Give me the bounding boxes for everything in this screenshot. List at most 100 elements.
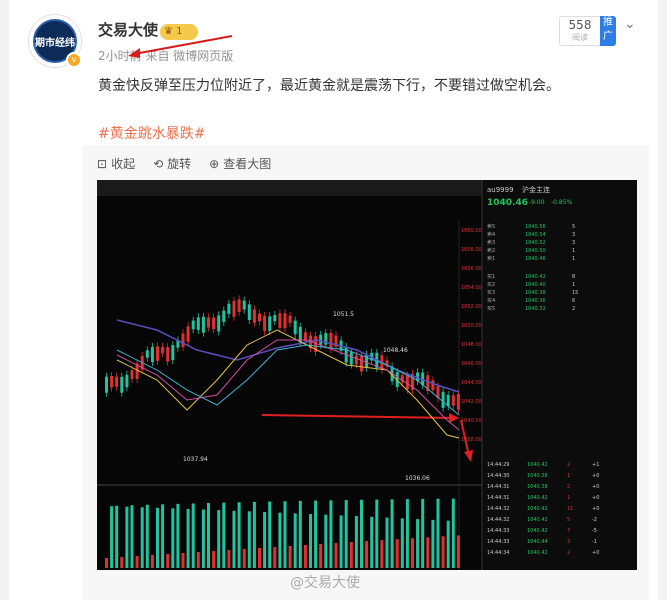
volume-bar xyxy=(314,500,318,568)
volume-bar xyxy=(400,518,404,568)
volume-bar xyxy=(405,499,409,568)
hashtag-link[interactable]: #黄金跳水暴跌# xyxy=(98,123,205,143)
axis-price-label: 1060.00 xyxy=(461,228,482,234)
volume-bar xyxy=(426,537,430,568)
bid-volume: 8 xyxy=(572,274,575,280)
tick-price: 1040.42 xyxy=(527,462,548,468)
bid-price: 1040.32 xyxy=(525,306,546,312)
candle-body xyxy=(196,317,200,330)
axis-price-label: 1058.00 xyxy=(461,247,482,253)
volume-bar xyxy=(436,498,440,568)
volume-bar xyxy=(227,549,231,568)
rotate-button[interactable]: ⟲ 旋转 xyxy=(153,155,191,172)
candle-body xyxy=(166,347,170,362)
volume-bar xyxy=(309,514,312,568)
tick-price: 1040.42 xyxy=(527,550,548,556)
watermark: @交易大使 xyxy=(290,575,360,591)
volume-bar xyxy=(298,500,302,568)
bid-volume: 6 xyxy=(572,298,575,304)
volume-bar xyxy=(125,506,129,568)
candle-body xyxy=(283,313,287,329)
candle-body xyxy=(319,334,323,345)
candle-body xyxy=(232,300,236,317)
candle-body xyxy=(171,345,175,361)
tick-oi-change: +1 xyxy=(592,462,599,468)
volume-bar xyxy=(324,514,328,568)
volume-bar xyxy=(349,542,353,568)
ask-volume: 1 xyxy=(572,256,575,262)
candle-body xyxy=(150,347,154,363)
candle-body xyxy=(258,313,261,322)
candle-body xyxy=(456,393,460,410)
bid-label: 买1 xyxy=(487,273,495,280)
tick-volume: 7 xyxy=(567,528,570,534)
collapse-button[interactable]: ⊡ 收起 xyxy=(97,155,135,172)
price-pct: -0.85% xyxy=(551,199,573,206)
rotate-label: 旋转 xyxy=(167,157,192,171)
volume-bar xyxy=(258,547,261,568)
candle-body xyxy=(120,376,124,393)
promote-button[interactable]: 推广 xyxy=(600,16,616,46)
volume-bar xyxy=(161,504,165,568)
tick-price: 1040.42 xyxy=(527,528,548,534)
candle-body xyxy=(125,374,129,388)
view-large-label: 查看大图 xyxy=(223,157,272,171)
volume-bar xyxy=(145,504,149,568)
volume-bar xyxy=(156,507,159,568)
tick-oi-change: +0 xyxy=(592,506,599,512)
chevron-down-icon[interactable]: ⌄ xyxy=(624,16,636,32)
read-label: 阅读 xyxy=(572,33,588,42)
volume-bar xyxy=(278,512,282,568)
volume-bar xyxy=(105,558,108,568)
tick-price: 1040.42 xyxy=(527,495,548,501)
volume-bar xyxy=(375,499,379,568)
low2-label: 1036.06 xyxy=(405,475,430,482)
symbol-code: au9999 xyxy=(487,186,514,194)
tick-volume: 2 xyxy=(567,484,570,490)
ask-volume: 5 xyxy=(572,224,575,230)
candle-body xyxy=(191,320,195,330)
candle-body xyxy=(130,370,134,379)
volume-bar xyxy=(441,536,445,568)
media-toolbar: ⊡ 收起 ⟲ 旋转 ⊕ 查看大图 xyxy=(97,155,271,172)
collapse-icon: ⊡ xyxy=(97,156,108,171)
volume-bar xyxy=(268,501,272,568)
candle-body xyxy=(217,315,221,332)
volume-bar xyxy=(186,508,190,568)
tick-time: 14:44:33 xyxy=(487,539,509,545)
post-text: 黄金快反弹至压力位附近了，最近黄金就是震荡下行，不要错过做空机会。 xyxy=(98,78,560,94)
volume-bar xyxy=(395,539,399,568)
candle-body xyxy=(110,375,114,388)
candle-body xyxy=(181,333,185,348)
candle-body xyxy=(237,299,241,312)
volume-bar xyxy=(191,503,195,568)
candle-body xyxy=(227,303,231,314)
candle-body xyxy=(222,310,226,322)
tick-oi-change: +0 xyxy=(592,495,599,501)
tick-time: 14:44:31 xyxy=(487,495,509,501)
volume-bar xyxy=(120,556,124,568)
last-price: 1040.46 xyxy=(487,198,528,208)
bid-price: 1040.40 xyxy=(525,282,546,288)
verified-badge-icon: v xyxy=(66,52,82,68)
candle-body xyxy=(156,346,159,361)
volume-bar xyxy=(288,545,292,568)
ask-label: 卖2 xyxy=(487,248,495,254)
candle-body xyxy=(247,304,251,320)
kline-screenshot-image[interactable]: 1051.5 1037.94 1048.46 1036.06 1060.00 10… xyxy=(97,180,637,570)
volume-bar xyxy=(247,511,251,568)
volume-bar xyxy=(176,503,180,568)
bid-price: 1040.38 xyxy=(525,290,546,296)
volume-bar xyxy=(110,506,114,568)
kline-chart-svg: 1051.5 1037.94 1048.46 1036.06 1060.00 10… xyxy=(97,180,637,570)
axis-price-label: 1040.00 xyxy=(461,418,482,424)
volume-bar xyxy=(390,499,394,568)
high-label: 1051.5 xyxy=(333,311,354,318)
view-large-button[interactable]: ⊕ 查看大图 xyxy=(209,155,271,172)
candle-body xyxy=(431,380,435,391)
volume-bar xyxy=(446,520,450,568)
volume-bar xyxy=(411,538,414,568)
candle-body xyxy=(360,355,363,372)
volume-bar xyxy=(135,555,139,568)
candle-body xyxy=(242,300,246,310)
